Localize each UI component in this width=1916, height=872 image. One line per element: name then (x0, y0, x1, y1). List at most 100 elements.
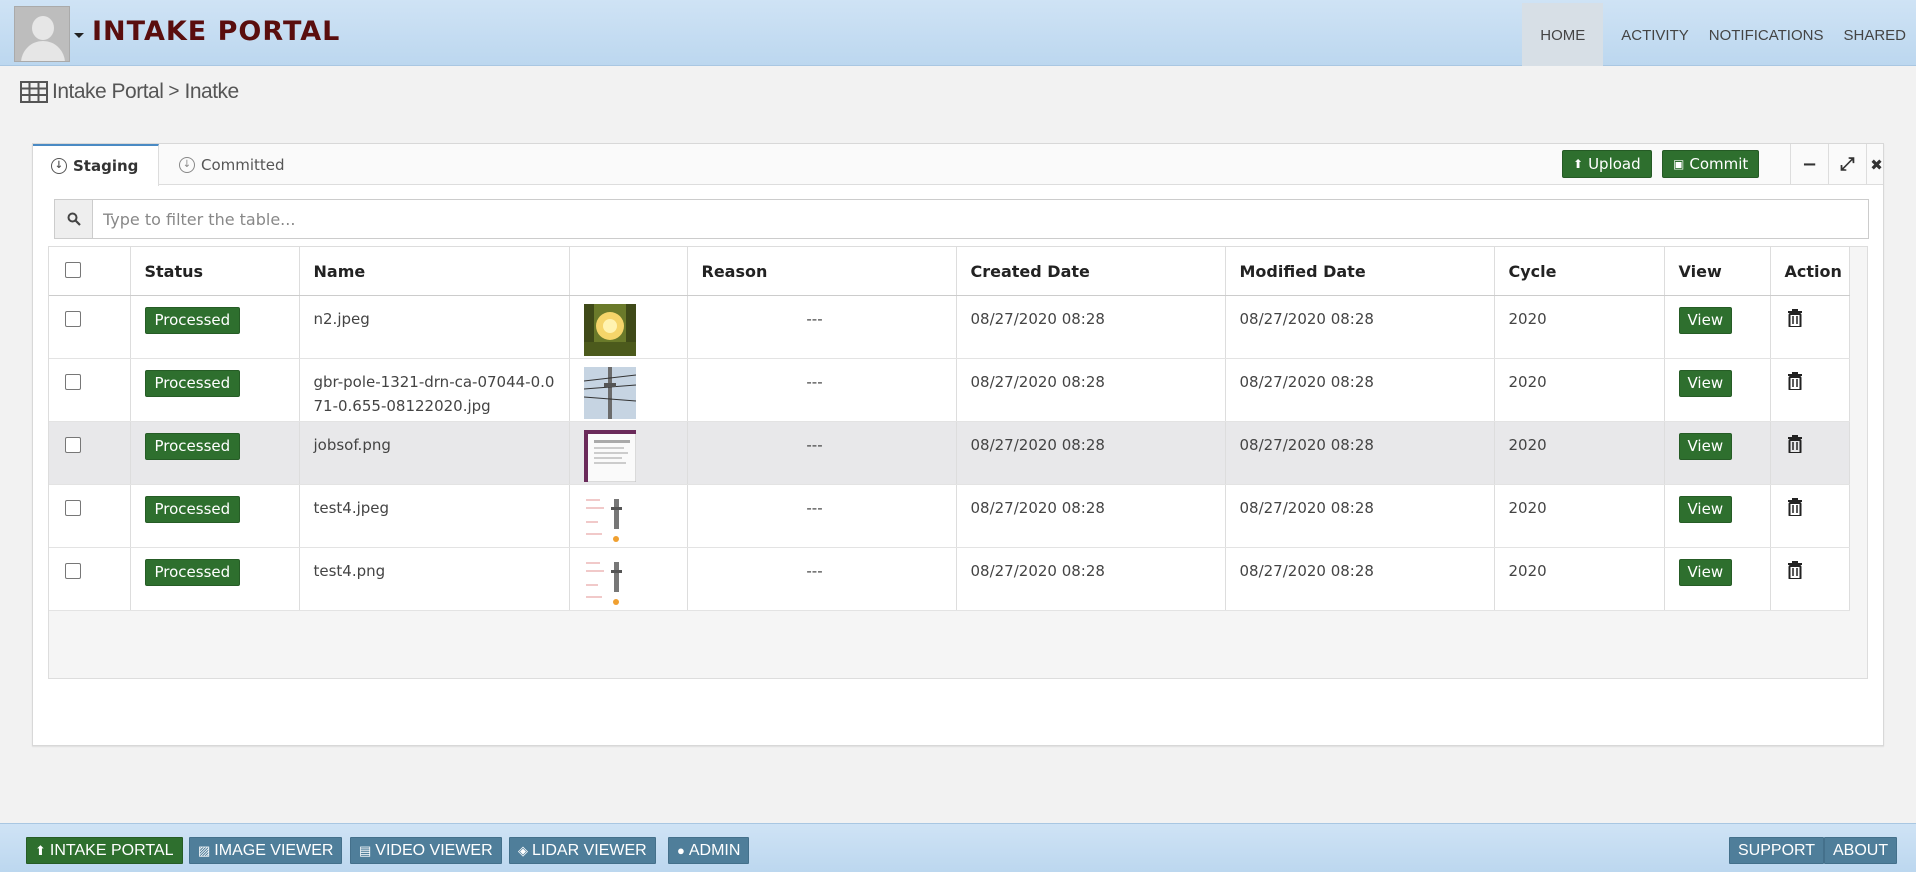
thumbnail-image[interactable] (583, 492, 636, 545)
bottom-toolbar: ⬆ INTAKE PORTAL ▨ IMAGE VIEWER ▤ VIDEO V… (0, 823, 1916, 872)
upload-button-label: Upload (1588, 155, 1641, 173)
view-button[interactable]: View (1678, 558, 1733, 586)
table-row[interactable]: Processed test4.jpeg --- 08/27/2020 08:2… (49, 484, 1850, 548)
reason-cell: --- (687, 358, 957, 422)
column-header-thumbnail (569, 247, 688, 296)
file-name: gbr-pole-1321-drn-ca-07044-0.071-0.655-0… (299, 358, 570, 422)
top-header: INTAKE PORTAL HOME ACTIVITY NOTIFICATION… (0, 0, 1916, 66)
row-checkbox[interactable] (65, 310, 81, 327)
table-row[interactable]: Processed n2.jpeg --- 08/27/2020 08:28 0… (49, 295, 1850, 359)
intake-portal-button[interactable]: ⬆ INTAKE PORTAL (26, 837, 183, 864)
main-nav: HOME ACTIVITY NOTIFICATIONS SHARED (1522, 3, 1916, 66)
file-table: Status Name Reason Created Date Modified… (49, 247, 1850, 611)
admin-label: ADMIN (688, 841, 741, 859)
upload-icon: ⬆ (1573, 157, 1584, 171)
file-name: n2.jpeg (299, 295, 570, 359)
trash-icon[interactable] (1787, 560, 1803, 579)
column-header-cycle[interactable]: Cycle (1494, 247, 1665, 296)
nav-notifications[interactable]: NOTIFICATIONS (1699, 3, 1834, 66)
save-icon: ▣ (1673, 157, 1685, 171)
column-header-name[interactable]: Name (299, 247, 570, 296)
upload-icon: ⬆ (35, 842, 46, 858)
tab-committed[interactable]: ↓ Committed (179, 144, 285, 186)
close-icon: ✖ (1870, 155, 1883, 174)
status-badge: Processed (144, 369, 241, 397)
breadcrumb-root[interactable]: Intake Portal (52, 80, 164, 104)
view-button[interactable]: View (1678, 495, 1733, 523)
select-all-header (49, 247, 131, 296)
cube-icon: ◈ (518, 842, 528, 858)
cycle: 2020 (1494, 358, 1665, 422)
reason-cell: --- (687, 421, 957, 485)
support-button[interactable]: SUPPORT (1729, 837, 1825, 864)
trash-icon[interactable] (1787, 308, 1803, 327)
image-viewer-label: IMAGE VIEWER (214, 841, 334, 859)
breadcrumb: Intake Portal > Inatke (20, 80, 239, 104)
close-button[interactable]: ✖ (1866, 144, 1886, 185)
nav-home[interactable]: HOME (1522, 3, 1604, 66)
reason-cell: --- (687, 547, 957, 611)
table-row[interactable]: Processed test4.png --- 08/27/2020 08:28… (49, 547, 1850, 611)
view-button[interactable]: View (1678, 432, 1733, 460)
thumbnail-image[interactable] (583, 303, 636, 356)
view-button[interactable]: View (1678, 306, 1733, 334)
tab-committed-label: Committed (201, 156, 285, 174)
status-badge: Processed (144, 432, 241, 460)
filter-input[interactable] (93, 200, 1868, 238)
commit-button-label: Commit (1689, 155, 1749, 173)
created-date: 08/27/2020 08:28 (956, 547, 1226, 611)
upload-button[interactable]: ⬆ Upload (1562, 150, 1652, 178)
intake-portal-label: INTAKE PORTAL (49, 841, 174, 859)
download-circle-icon: ↓ (179, 157, 195, 173)
avatar[interactable] (14, 6, 70, 62)
modified-date: 08/27/2020 08:28 (1225, 421, 1495, 485)
trash-icon[interactable] (1787, 371, 1803, 390)
about-button[interactable]: ABOUT (1824, 837, 1898, 864)
column-header-modified[interactable]: Modified Date (1225, 247, 1495, 296)
column-header-action: Action (1770, 247, 1850, 296)
thumbnail-image[interactable] (583, 555, 636, 608)
file-name: test4.png (299, 547, 570, 611)
admin-button[interactable]: ● ADMIN (668, 837, 750, 864)
file-table-container: Status Name Reason Created Date Modified… (48, 246, 1868, 679)
tab-staging-label: Staging (73, 157, 139, 175)
column-header-reason[interactable]: Reason (687, 247, 957, 296)
trash-icon[interactable] (1787, 434, 1803, 453)
row-checkbox[interactable] (65, 436, 81, 453)
table-row[interactable]: Processed jobsof.png --- 08/27/2020 08:2… (49, 421, 1850, 485)
status-badge: Processed (144, 495, 241, 523)
minimize-button[interactable]: − (1790, 144, 1828, 185)
tab-staging[interactable]: ↓ Staging (33, 144, 159, 186)
video-viewer-button[interactable]: ▤ VIDEO VIEWER (350, 837, 502, 864)
nav-shared[interactable]: SHARED (1833, 3, 1916, 66)
column-header-status[interactable]: Status (130, 247, 300, 296)
commit-button[interactable]: ▣ Commit (1662, 150, 1760, 178)
app-title: INTAKE PORTAL (92, 16, 341, 47)
panel-header: ↓ Staging ↓ Committed ⬆ Upload ▣ Commit … (33, 144, 1886, 186)
status-badge: Processed (144, 558, 241, 586)
table-row[interactable]: Processed gbr-pole-1321-drn-ca-07044-0.0… (49, 358, 1850, 422)
lidar-viewer-button[interactable]: ◈ LIDAR VIEWER (509, 837, 656, 864)
cycle: 2020 (1494, 421, 1665, 485)
lidar-viewer-label: LIDAR VIEWER (532, 841, 647, 859)
row-checkbox[interactable] (65, 373, 81, 390)
thumbnail-image[interactable] (583, 366, 636, 419)
column-header-created[interactable]: Created Date (956, 247, 1226, 296)
video-viewer-label: VIDEO VIEWER (375, 841, 493, 859)
modified-date: 08/27/2020 08:28 (1225, 358, 1495, 422)
select-all-checkbox[interactable] (65, 262, 81, 278)
breadcrumb-separator: > (168, 81, 180, 102)
modified-date: 08/27/2020 08:28 (1225, 547, 1495, 611)
trash-icon[interactable] (1787, 497, 1803, 516)
chevron-down-icon[interactable] (74, 33, 84, 38)
expand-button[interactable]: ⤢ (1828, 144, 1866, 185)
row-checkbox[interactable] (65, 562, 81, 579)
thumbnail-image[interactable] (583, 429, 636, 482)
image-viewer-button[interactable]: ▨ IMAGE VIEWER (189, 837, 343, 864)
cycle: 2020 (1494, 547, 1665, 611)
view-button[interactable]: View (1678, 369, 1733, 397)
intake-panel: ↓ Staging ↓ Committed ⬆ Upload ▣ Commit … (32, 143, 1884, 746)
nav-activity[interactable]: ACTIVITY (1611, 3, 1699, 66)
support-label: SUPPORT (1738, 841, 1816, 859)
row-checkbox[interactable] (65, 499, 81, 516)
